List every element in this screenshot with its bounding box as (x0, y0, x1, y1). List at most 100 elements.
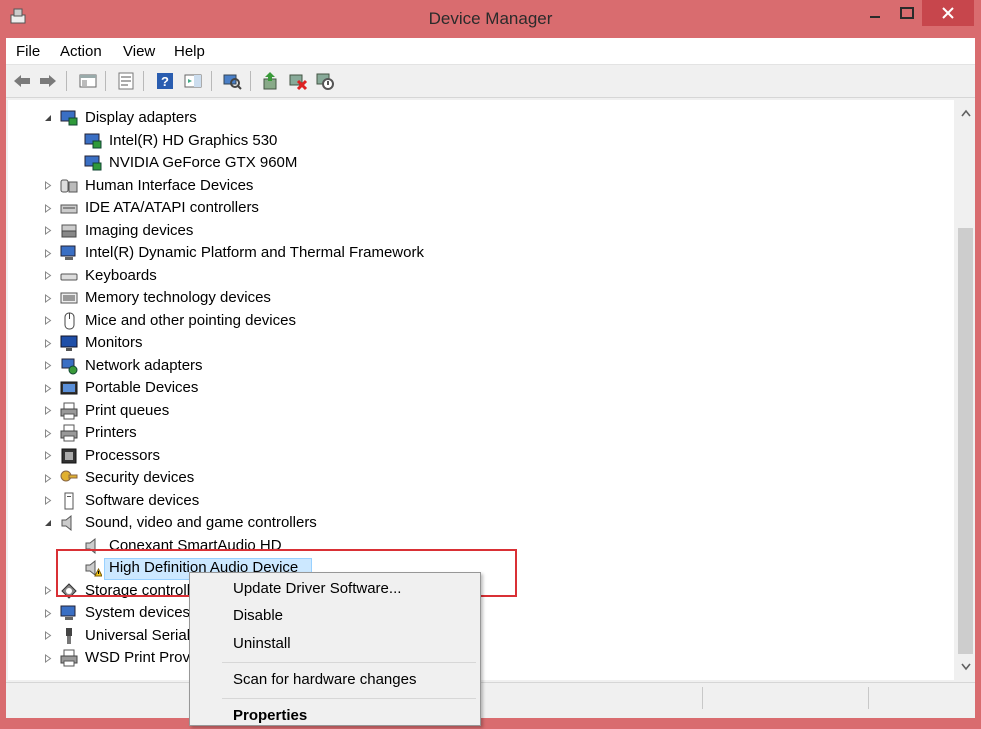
collapsed-arrow-icon[interactable] (43, 405, 53, 417)
context-update-driver[interactable]: Update Driver Software... (190, 576, 480, 602)
tree-item-label: Network adapters (85, 356, 203, 374)
processor-icon (60, 447, 78, 465)
tree-item[interactable]: Memory technology devices (8, 287, 954, 309)
menu-action[interactable]: Action (60, 43, 102, 60)
printer-icon (60, 424, 78, 442)
collapsed-arrow-icon[interactable] (43, 292, 53, 304)
toolbar: ? (6, 65, 975, 98)
collapsed-arrow-icon[interactable] (43, 472, 53, 484)
collapsed-arrow-icon[interactable] (43, 585, 53, 597)
collapsed-arrow-icon[interactable] (43, 180, 53, 192)
scroll-up-button[interactable] (956, 104, 975, 122)
svg-text:?: ? (161, 74, 169, 89)
tree-item-label: NVIDIA GeForce GTX 960M (109, 154, 298, 171)
back-button[interactable] (11, 70, 33, 92)
menu-view[interactable]: View (123, 43, 155, 60)
context-properties[interactable]: Properties (190, 703, 480, 729)
collapsed-arrow-icon[interactable] (43, 382, 53, 394)
status-bar (6, 682, 975, 713)
window-title: Device Manager (428, 9, 553, 28)
vertical-scrollbar[interactable] (956, 100, 975, 680)
toolbar-separator (143, 71, 144, 91)
tree-item[interactable]: Universal Serial Bus controllers (8, 625, 954, 647)
tree-item[interactable]: System devices (8, 602, 954, 624)
tree-item-label: Memory technology devices (85, 289, 271, 306)
collapsed-arrow-icon[interactable] (43, 225, 53, 237)
toolbar-separator (66, 71, 67, 91)
tree-item[interactable]: Intel(R) Dynamic Platform and Thermal Fr… (8, 242, 954, 264)
collapsed-arrow-icon[interactable] (43, 630, 53, 642)
properties-icon (118, 72, 134, 90)
expanded-arrow-icon[interactable] (43, 517, 53, 529)
tree-item[interactable]: NVIDIA GeForce GTX 960M (8, 152, 954, 174)
context-disable[interactable]: Disable (190, 603, 480, 629)
tree-item[interactable]: WSD Print Provider (8, 647, 954, 669)
scan-hardware-button[interactable] (221, 70, 243, 92)
collapsed-arrow-icon[interactable] (43, 360, 53, 372)
tree-item[interactable]: Printers (8, 422, 954, 444)
device-manager-window: Device Manager File Action View Help ? D… (0, 0, 981, 726)
tree-item[interactable]: Portable Devices (8, 377, 954, 399)
collapsed-arrow-icon[interactable] (43, 495, 53, 507)
uninstall-device-button[interactable] (287, 70, 309, 92)
collapsed-arrow-icon[interactable] (43, 450, 53, 462)
title-bar[interactable]: Device Manager (0, 0, 981, 38)
close-button[interactable] (922, 0, 974, 26)
tree-item[interactable]: Imaging devices (8, 220, 954, 242)
tree-item[interactable]: Processors (8, 445, 954, 467)
collapsed-arrow-icon[interactable] (43, 607, 53, 619)
collapsed-arrow-icon[interactable] (43, 427, 53, 439)
collapsed-arrow-icon[interactable] (43, 270, 53, 282)
tree-item-label: System devices (85, 604, 191, 621)
scroll-thumb[interactable] (958, 228, 973, 654)
update-driver-button[interactable] (260, 70, 282, 92)
ide-controller-icon (60, 199, 78, 217)
status-divider (702, 687, 703, 709)
maximize-button[interactable] (892, 0, 922, 26)
show-hide-console-tree-button[interactable] (77, 70, 99, 92)
tree-item[interactable]: Software devices (8, 490, 954, 512)
printer-icon (60, 649, 78, 667)
disable-device-button[interactable] (314, 70, 336, 92)
tree-item[interactable]: Intel(R) HD Graphics 530 (8, 130, 954, 152)
context-item-label: Properties (233, 707, 308, 724)
tree-item[interactable]: Human Interface Devices (8, 175, 954, 197)
collapsed-arrow-icon[interactable] (43, 315, 53, 327)
context-item-label: Uninstall (233, 635, 291, 652)
action-pane-button[interactable] (182, 70, 204, 92)
client-area: File Action View Help ? Display adapters… (6, 38, 975, 718)
help-button[interactable]: ? (154, 70, 176, 92)
display-adapter-icon (84, 154, 102, 172)
keyboard-icon (60, 267, 78, 285)
properties-button[interactable] (115, 70, 137, 92)
collapsed-arrow-icon[interactable] (43, 202, 53, 214)
tree-item-label: Intel(R) HD Graphics 530 (109, 131, 278, 149)
tree-item[interactable]: Sound, video and game controllers (8, 512, 954, 534)
forward-button[interactable] (37, 70, 59, 92)
tree-item[interactable]: Security devices (8, 467, 954, 489)
tree-item[interactable]: Mice and other pointing devices (8, 310, 954, 332)
tree-item-label: Mice and other pointing devices (85, 311, 296, 329)
tree-item[interactable]: Keyboards (8, 265, 954, 287)
network-adapter-icon (60, 357, 78, 375)
context-scan-hardware[interactable]: Scan for hardware changes (190, 667, 480, 693)
help-icon: ? (157, 73, 173, 89)
tree-item[interactable]: Network adapters (8, 355, 954, 377)
tree-item[interactable]: Display adapters (8, 107, 954, 129)
expanded-arrow-icon[interactable] (43, 112, 53, 124)
menu-file[interactable]: File (16, 43, 40, 60)
tree-item[interactable]: Print queues (8, 400, 954, 422)
tree-item[interactable]: Monitors (8, 332, 954, 354)
collapsed-arrow-icon[interactable] (43, 337, 53, 349)
mouse-icon (60, 312, 78, 330)
uninstall-device-icon (289, 74, 308, 91)
minimize-button[interactable] (858, 0, 892, 26)
context-uninstall[interactable]: Uninstall (190, 631, 480, 657)
scroll-down-button[interactable] (956, 658, 975, 676)
collapsed-arrow-icon[interactable] (43, 652, 53, 664)
collapsed-arrow-icon[interactable] (43, 247, 53, 259)
toolbar-separator (250, 71, 251, 91)
menu-help[interactable]: Help (174, 43, 205, 60)
tree-item[interactable]: IDE ATA/ATAPI controllers (8, 197, 954, 219)
tree-item-label: IDE ATA/ATAPI controllers (85, 199, 259, 216)
